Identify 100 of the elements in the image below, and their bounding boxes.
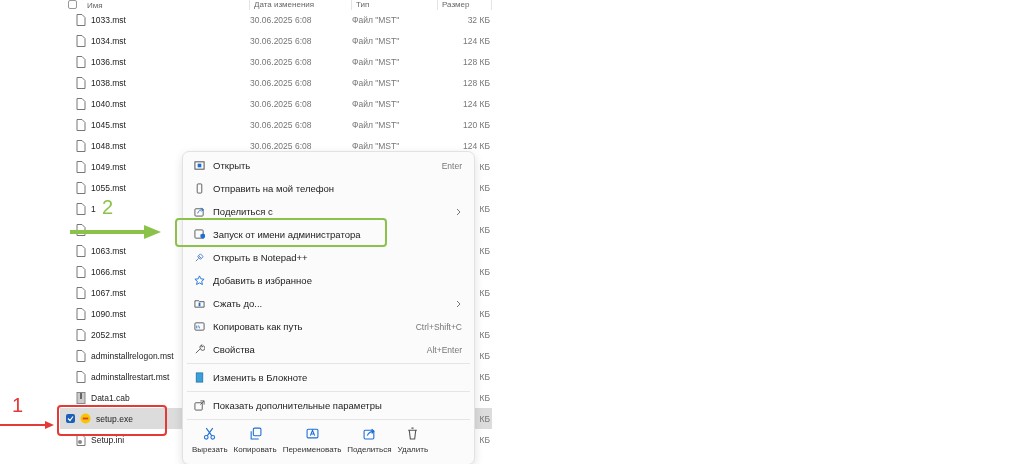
document-icon	[76, 244, 86, 257]
file-size: КБ	[479, 245, 491, 256]
chevron-right-icon	[456, 299, 462, 308]
file-name: Setup.ini	[91, 434, 125, 445]
share-icon	[194, 206, 205, 217]
file-size: КБ	[479, 224, 491, 235]
rename-icon	[305, 427, 319, 440]
file-name: 1055.mst	[91, 182, 126, 193]
document-icon	[76, 13, 86, 26]
file-size: 120 КБ	[462, 119, 491, 130]
file-size: КБ	[479, 182, 491, 193]
file-type: Файл "MST"	[352, 14, 401, 25]
file-size: КБ	[479, 161, 491, 172]
share-icon	[362, 427, 376, 440]
file-size: КБ	[479, 329, 491, 340]
file-size: КБ	[479, 413, 491, 424]
file-name: 1090.mst	[91, 308, 126, 319]
file-name: 1067.mst	[91, 287, 126, 298]
menu-item[interactable]: Запуск от имени администратора	[183, 223, 474, 246]
path-icon	[194, 321, 205, 332]
notepad-icon	[194, 372, 205, 383]
toolbar-action[interactable]: Переименовать	[281, 427, 343, 455]
toolbar-action[interactable]: Копировать	[232, 427, 278, 455]
menu-item[interactable]: Открыть в Notepad++	[183, 246, 474, 269]
document-icon	[76, 160, 86, 173]
menu-item[interactable]: Показать дополнительные параметры	[183, 394, 474, 417]
file-name: 1048.mst	[91, 140, 126, 151]
document-icon	[76, 181, 86, 194]
document-icon	[76, 76, 86, 89]
document-icon	[76, 223, 86, 236]
file-name: Data1.cab	[91, 392, 130, 403]
file-name: setup.exe	[96, 413, 133, 424]
settings-file-icon	[76, 433, 86, 446]
modified-date: 30.06.2025 6:08	[250, 35, 313, 46]
file-type: Файл "MST"	[352, 140, 401, 151]
menu-item[interactable]: Копировать как путь Ctrl+Shift+C	[183, 315, 474, 338]
archive-icon	[76, 391, 86, 404]
select-all-checkbox[interactable]	[68, 0, 77, 9]
step-number: 2	[102, 196, 114, 219]
menu-item[interactable]: Открыть Enter	[183, 154, 474, 177]
file-name: 2052.mst	[91, 329, 126, 340]
checkbox[interactable]	[66, 414, 75, 423]
file-name: adminstallrestart.mst	[91, 371, 170, 382]
column-header[interactable]: Имя	[87, 1, 103, 10]
file-size: КБ	[479, 203, 491, 214]
column-header[interactable]: Тип	[356, 0, 370, 9]
file-size: КБ	[479, 350, 491, 361]
file-size: КБ	[479, 287, 491, 298]
step-number: 1	[12, 394, 24, 417]
menu-item[interactable]: Поделиться с	[183, 200, 474, 223]
menu-item[interactable]: Сжать до...	[183, 292, 474, 315]
file-name: 1036.mst	[91, 56, 126, 67]
setup-icon	[80, 413, 91, 424]
menu-item[interactable]: Отправить на мой телефон	[183, 177, 474, 200]
document-icon	[76, 370, 86, 383]
file-name: 1066.mst	[91, 266, 126, 277]
menu-item[interactable]: Свойства Alt+Enter	[183, 338, 474, 361]
file-type: Файл "MST"	[352, 56, 401, 67]
trash-icon	[406, 427, 420, 440]
toolbar-action[interactable]: Поделиться	[346, 427, 393, 455]
window-icon	[194, 160, 205, 171]
file-size: 124 КБ	[462, 98, 491, 109]
file-size: 124 КБ	[462, 35, 491, 46]
toolbar-action[interactable]: Вырезать	[191, 427, 229, 455]
document-icon	[76, 349, 86, 362]
file-size: 128 КБ	[462, 56, 491, 67]
document-icon	[76, 307, 86, 320]
file-size: КБ	[479, 392, 491, 403]
file-name: 1033.mst	[91, 14, 126, 25]
shield-window-icon	[194, 229, 205, 240]
modified-date: 30.06.2025 6:08	[250, 98, 313, 109]
file-size: 124 КБ	[462, 140, 491, 151]
modified-date: 30.06.2025 6:08	[250, 140, 313, 151]
pin-icon	[194, 252, 205, 263]
document-icon	[76, 286, 86, 299]
menu-item[interactable]: Добавить в избранное	[183, 269, 474, 292]
archive-folder-icon	[194, 298, 205, 309]
document-icon	[76, 328, 86, 341]
file-size: КБ	[479, 434, 491, 445]
file-name: 1	[91, 203, 96, 214]
modified-date: 30.06.2025 6:08	[250, 56, 313, 67]
toolbar-action[interactable]: Удалить	[396, 427, 430, 455]
document-icon	[76, 97, 86, 110]
file-name: 1034.mst	[91, 35, 126, 46]
more-options-icon	[194, 400, 205, 411]
file-name: 1049.mst	[91, 161, 126, 172]
file-name: 1045.mst	[91, 119, 126, 130]
column-header[interactable]: Дата изменения	[254, 0, 315, 9]
modified-date: 30.06.2025 6:08	[250, 14, 313, 25]
file-type: Файл "MST"	[352, 119, 401, 130]
file-name: 1038.mst	[91, 77, 126, 88]
chevron-right-icon	[456, 207, 462, 216]
file-size: 128 КБ	[462, 77, 491, 88]
file-type: Файл "MST"	[352, 98, 401, 109]
document-icon	[76, 34, 86, 47]
column-header[interactable]: Размер	[442, 0, 470, 9]
menu-item[interactable]: Изменить в Блокноте	[183, 366, 474, 389]
file-name: 1040.mst	[91, 98, 126, 109]
document-icon	[76, 118, 86, 131]
file-type: Файл "MST"	[352, 35, 401, 46]
